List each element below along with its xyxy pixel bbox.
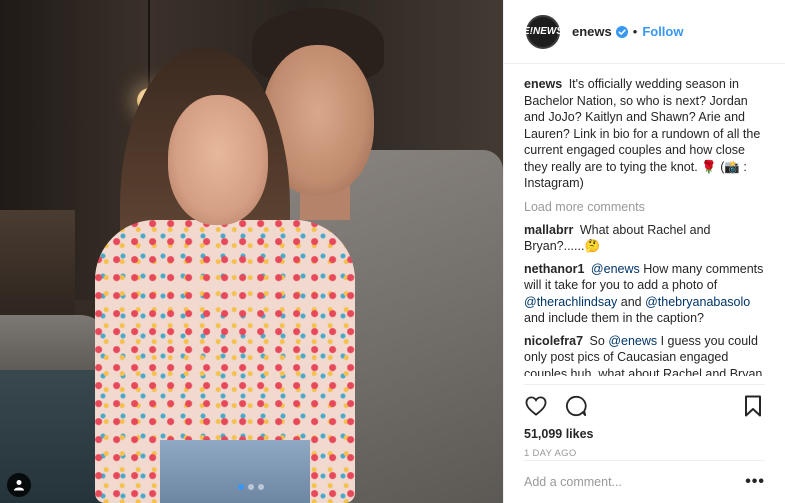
comment-item: nethanor1 @enews How many comments will … — [524, 261, 765, 327]
bookmark-icon[interactable] — [741, 394, 765, 418]
comment-author[interactable]: nicolefra7 — [524, 334, 583, 348]
user-tag-icon[interactable] — [7, 473, 31, 497]
carousel-dot-active — [238, 484, 244, 490]
woman-jeans — [160, 440, 310, 503]
avatar-logo-text: E!NEWS — [523, 26, 563, 37]
mention-link[interactable]: @thebryanabasolo — [645, 295, 750, 309]
woman-face — [168, 95, 268, 225]
add-comment-bar: ••• — [524, 460, 765, 503]
likes-count[interactable]: 51,099 likes — [524, 427, 765, 441]
comment-author[interactable]: nethanor1 — [524, 262, 584, 276]
comment-input[interactable] — [524, 475, 746, 489]
comment-text: and — [617, 294, 646, 309]
mention-link[interactable]: @enews — [608, 334, 657, 348]
comment-item: nicolefra7 So @enews I guess you could o… — [524, 333, 765, 377]
pendant-lamp-wire — [148, 0, 150, 90]
more-options-button[interactable]: ••• — [745, 473, 765, 491]
mention-link[interactable]: @therachlindsay — [524, 295, 617, 309]
post-actions: 51,099 likes 1 DAY AGO — [524, 384, 765, 459]
post-date[interactable]: 1 DAY AGO — [524, 448, 765, 459]
post-photo[interactable] — [0, 0, 503, 503]
avatar[interactable]: E!NEWS — [523, 14, 563, 49]
caption-author[interactable]: enews — [524, 77, 562, 91]
post-header: E!NEWS enews • Follow — [504, 0, 785, 64]
comment-text: and include them in the caption? — [524, 311, 704, 325]
mention-link[interactable]: @enews — [591, 262, 640, 276]
background-table — [0, 210, 75, 320]
carousel-dot — [248, 484, 254, 490]
follow-button[interactable]: Follow — [642, 24, 683, 39]
comment-bubble-icon[interactable] — [564, 394, 588, 418]
caption-text: It's officially wedding season in Bachel… — [524, 77, 761, 190]
man-arm — [0, 315, 110, 370]
post-side-panel: E!NEWS enews • Follow enews It's officia… — [503, 0, 785, 503]
comment-text: So — [589, 333, 609, 348]
heart-icon[interactable] — [524, 394, 548, 418]
author-handle[interactable]: enews — [572, 24, 612, 39]
comment-author[interactable]: mallabrr — [524, 223, 573, 237]
verified-badge-icon — [615, 25, 628, 38]
carousel-dot — [258, 484, 264, 490]
separator-dot: • — [632, 24, 638, 39]
carousel-indicator — [238, 484, 264, 490]
load-more-comments-link[interactable]: Load more comments — [524, 200, 765, 214]
caption: enews It's officially wedding season in … — [524, 76, 765, 192]
comments-list: enews It's officially wedding season in … — [504, 64, 785, 376]
instagram-post: E!NEWS enews • Follow enews It's officia… — [0, 0, 785, 503]
comment-item: mallabrr What about Rachel and Bryan?...… — [524, 222, 765, 255]
action-bar — [524, 391, 765, 421]
